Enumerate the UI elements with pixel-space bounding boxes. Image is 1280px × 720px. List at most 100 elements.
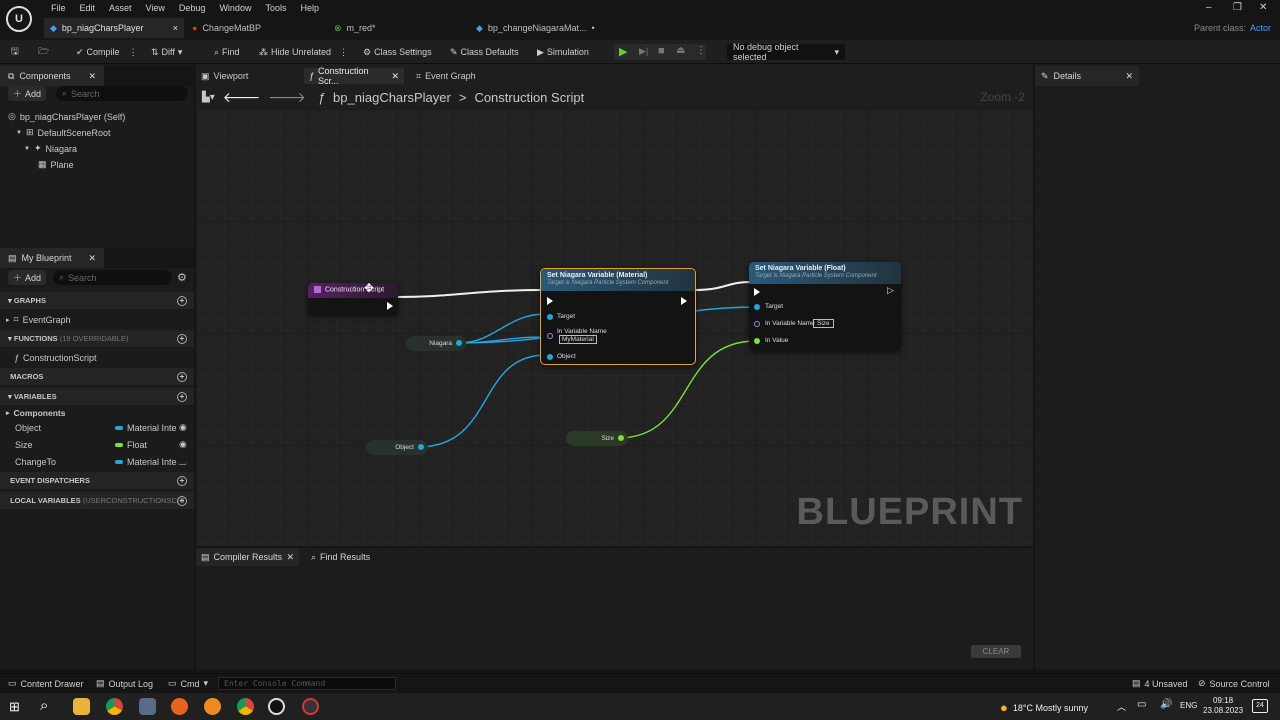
chevron-right-icon[interactable]: ▸ — [6, 316, 10, 324]
clear-button[interactable]: CLEAR — [971, 645, 1021, 658]
variable-category-components[interactable]: ▸ Components — [6, 408, 65, 418]
output-pin[interactable] — [418, 444, 424, 450]
object-pin[interactable] — [547, 354, 553, 360]
exec-out-pin[interactable] — [681, 297, 687, 305]
calculator-icon[interactable] — [139, 698, 156, 715]
tab-compiler-results[interactable]: ▤ Compiler Results ✕ — [196, 548, 299, 566]
name-pin[interactable] — [754, 321, 760, 327]
exec-in-pin[interactable] — [754, 288, 760, 296]
target-pin[interactable] — [547, 314, 553, 320]
exec-out-pin[interactable] — [387, 302, 393, 310]
components-search-input[interactable]: ⌕ Search — [56, 86, 188, 101]
more-icon[interactable]: ⋮ — [696, 45, 706, 56]
minimize-icon[interactable]: – — [1206, 2, 1212, 13]
chrome-icon[interactable] — [106, 698, 123, 715]
section-variables[interactable]: ▾ VARIABLES + — [0, 388, 194, 405]
notification-icon[interactable]: 24 — [1252, 699, 1268, 713]
variable-name-field[interactable]: MyMaterial — [559, 335, 597, 344]
close-icon[interactable]: ✕ — [88, 71, 96, 82]
tab-event-graph[interactable]: ⌗ Event Graph — [411, 68, 481, 84]
cmd-dropdown[interactable]: ▭ Cmd ▾ — [168, 678, 208, 689]
find-button[interactable]: ⌕ Find — [214, 44, 240, 60]
doc-tab-m-red[interactable]: ⊗ m_red* — [328, 18, 468, 38]
source-control-button[interactable]: ⊘ Source Control — [1198, 678, 1270, 689]
section-local-variables[interactable]: LOCAL VARIABLES (USERCONSTRUCTIONSCRI + — [0, 492, 194, 509]
output-pin[interactable] — [456, 340, 462, 346]
forward-arrow-icon[interactable]: 🡒 — [268, 89, 306, 106]
tab-components[interactable]: ⧉ Components ✕ — [0, 66, 104, 86]
menu-edit[interactable]: Edit — [73, 2, 103, 14]
blender-icon[interactable] — [204, 698, 221, 715]
play-icon[interactable]: ▶ — [619, 45, 627, 58]
add-component-button[interactable]: ＋ Add — [8, 86, 47, 101]
doc-tab-bp-niagcharsplayer[interactable]: ◆ bp_niagCharsPlayer × — [44, 18, 184, 38]
tab-my-blueprint[interactable]: ▤ My Blueprint ✕ — [0, 248, 104, 268]
add-macro-icon[interactable]: + — [177, 371, 187, 382]
variable-type[interactable]: Material Inte — [127, 457, 177, 467]
output-log-button[interactable]: ▤ Output Log — [96, 678, 153, 689]
file-explorer-icon[interactable] — [73, 698, 90, 715]
doc-tab-bp-changeniagaramat[interactable]: ◆ bp_changeNiagaraMat... • — [470, 18, 600, 38]
tree-item-niagara[interactable]: ▼ ✦ Niagara — [24, 143, 77, 154]
bookmark-icon[interactable]: ▙▾ — [202, 92, 215, 103]
chrome-icon[interactable] — [237, 698, 254, 715]
parent-class-value[interactable]: Actor — [1250, 23, 1271, 33]
myblueprint-search-input[interactable]: ⌕ Search — [53, 270, 172, 285]
class-settings-button[interactable]: ⚙ Class Settings — [363, 44, 432, 60]
variable-row[interactable]: Size Float ◉ — [0, 437, 194, 453]
simulation-button[interactable]: ▶ Simulation — [537, 44, 589, 60]
unreal-engine-icon[interactable] — [268, 698, 285, 715]
output-pin[interactable] — [618, 435, 624, 441]
menu-file[interactable]: File — [44, 2, 73, 14]
section-functions[interactable]: ▾ FUNCTIONS (19 OVERRIDABLE) + — [0, 330, 194, 347]
recorder-icon[interactable] — [302, 698, 319, 715]
target-pin[interactable] — [754, 304, 760, 310]
tab-construction-script[interactable]: ƒ Construction Scr... ✕ — [304, 66, 404, 86]
add-dispatcher-icon[interactable]: + — [177, 475, 187, 486]
tab-details[interactable]: ✎ Details ✕ — [1035, 66, 1139, 86]
hide-unrelated-button[interactable]: ⁂ Hide Unrelated ⋮ — [259, 44, 348, 60]
chevron-down-icon[interactable]: ▼ — [24, 146, 30, 152]
language-indicator[interactable]: ENG — [1180, 701, 1197, 710]
clock[interactable]: 09:18 23.08.2023 — [1203, 696, 1243, 716]
unreal-logo-icon[interactable]: U — [6, 6, 32, 32]
close-icon[interactable]: ✕ — [286, 552, 294, 563]
section-macros[interactable]: MACROS + — [0, 368, 194, 385]
close-icon[interactable]: × — [173, 23, 178, 33]
back-arrow-icon[interactable]: 🡐 — [223, 89, 261, 106]
step-icon[interactable]: ▶| — [639, 46, 648, 57]
doc-tab-changematbp[interactable]: ● ChangeMatBP — [186, 18, 326, 38]
restore-icon[interactable]: ❐ — [1233, 2, 1242, 13]
close-icon[interactable]: ✕ — [391, 71, 399, 82]
exec-out-pin[interactable]: ▷ — [887, 285, 894, 296]
section-event-dispatchers[interactable]: EVENT DISPATCHERS + — [0, 472, 194, 489]
chevron-right-icon[interactable]: ▸ — [6, 409, 10, 417]
variable-row[interactable]: ChangeTo Material Inte ‿ — [0, 454, 194, 470]
tree-item-self[interactable]: ◎ bp_niagCharsPlayer (Self) — [8, 111, 125, 122]
value-pin[interactable] — [754, 338, 760, 344]
name-pin[interactable] — [547, 333, 553, 339]
windows-start-icon[interactable]: ⊞ — [9, 699, 20, 715]
object-variable-node[interactable]: Object — [366, 440, 428, 455]
set-niagara-variable-material-node[interactable]: Set Niagara Variable (Material) Target i… — [540, 268, 696, 365]
exec-in-pin[interactable] — [547, 297, 553, 305]
network-icon[interactable]: ▭ — [1137, 699, 1146, 710]
niagara-variable-node[interactable]: Niagara — [406, 336, 466, 351]
save-icon[interactable]: 🖫 — [11, 44, 19, 60]
diff-button[interactable]: ⇅ Diff ▾ — [151, 44, 182, 60]
eye-icon[interactable]: ◉ — [179, 422, 187, 433]
weather-widget[interactable]: ● 18°C Mostly sunny — [1000, 700, 1088, 715]
content-drawer-button[interactable]: ▭ Content Drawer — [8, 678, 84, 689]
close-window-icon[interactable]: ✕ — [1259, 2, 1267, 13]
menu-view[interactable]: View — [139, 2, 172, 14]
debug-object-dropdown[interactable]: No debug object selected ▾ — [727, 42, 845, 62]
menu-window[interactable]: Window — [212, 2, 258, 14]
chevron-down-icon[interactable]: ▼ — [16, 130, 22, 136]
search-icon[interactable]: ⌕ — [40, 697, 48, 714]
menu-debug[interactable]: Debug — [172, 2, 213, 14]
variable-type[interactable]: Material Inte — [127, 423, 177, 433]
set-niagara-variable-float-node[interactable]: Set Niagara Variable (Float) Target is N… — [749, 262, 901, 350]
add-function-icon[interactable]: + — [177, 333, 187, 344]
class-defaults-button[interactable]: ✎ Class Defaults — [450, 44, 519, 60]
variable-row[interactable]: Object Material Inte ◉ — [0, 420, 194, 436]
